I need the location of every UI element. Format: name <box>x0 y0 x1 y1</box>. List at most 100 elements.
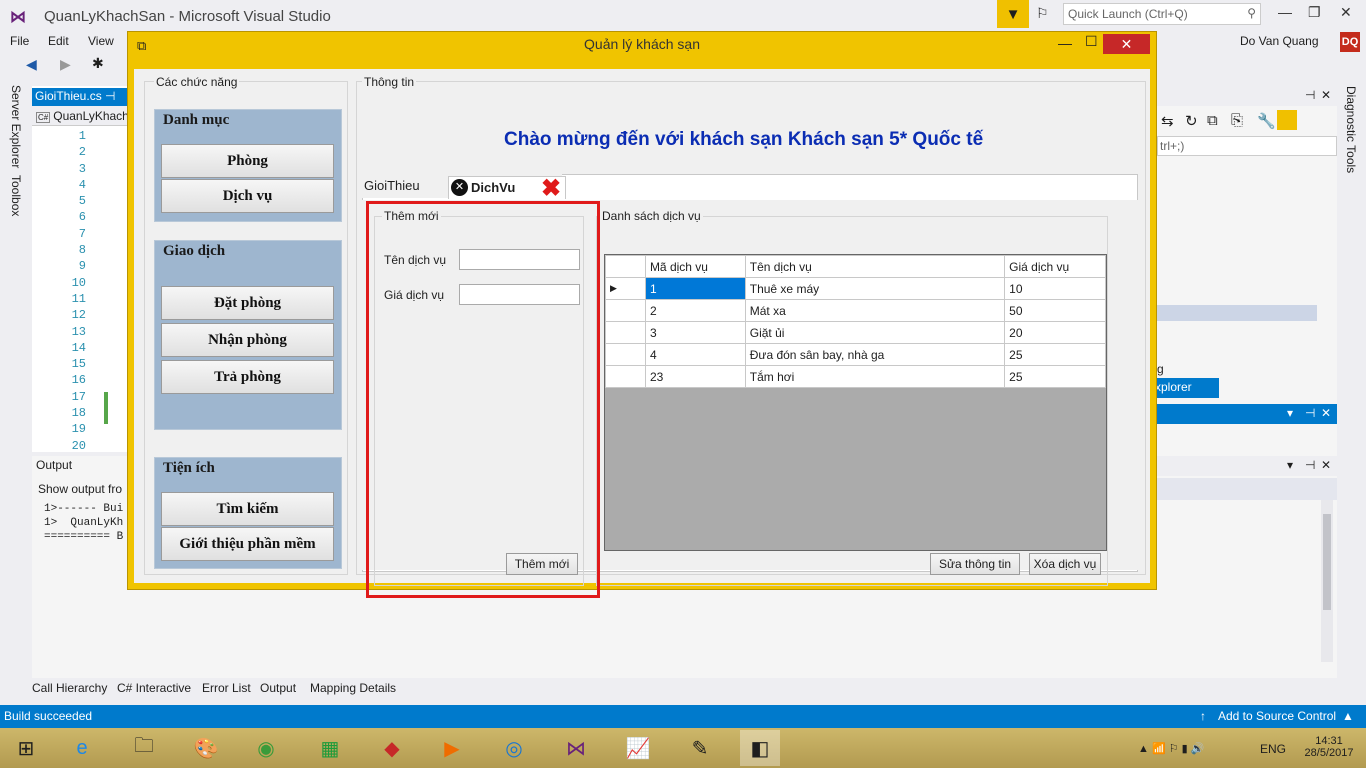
user-name[interactable]: Do Van Quang <box>1240 34 1319 48</box>
col-gia-dich-vu[interactable]: Giá dịch vụ <box>1004 255 1106 278</box>
tra-phong-button[interactable]: Trả phòng <box>161 360 334 394</box>
dropdown-icon[interactable]: ▾ <box>1287 458 1293 472</box>
table-row[interactable]: ▶ 1 Thuê xe máy 10 <box>605 277 1106 300</box>
back-icon[interactable]: ◀ <box>26 56 37 73</box>
app-icon[interactable]: ◉ <box>246 730 286 766</box>
form-maximize-icon[interactable]: ☐ <box>1085 33 1098 50</box>
maximize-icon[interactable]: ❐ <box>1308 4 1321 21</box>
delete-service-button[interactable]: Xóa dịch vụ <box>1029 553 1101 575</box>
paint-icon[interactable]: 🎨 <box>186 730 226 766</box>
close-panel-icon[interactable]: ✕ <box>1321 458 1331 472</box>
table-cell[interactable]: Giặt ủi <box>744 321 1006 344</box>
dropdown-icon[interactable]: ▾ <box>1287 406 1293 420</box>
sync-icon[interactable]: ⇆ <box>1161 112 1174 130</box>
feedback-icon[interactable]: ⚐ <box>1036 5 1049 22</box>
hotel-app-taskbar-icon[interactable]: ◧ <box>740 730 780 766</box>
table-cell[interactable]: Thuê xe máy <box>744 277 1006 300</box>
pin-icon[interactable]: ⊣ <box>1305 406 1315 420</box>
copy-icon[interactable]: ⎘ <box>1231 112 1243 129</box>
properties-icon[interactable]: 🔧 <box>1257 112 1276 130</box>
table-cell[interactable]: 3 <box>644 321 746 344</box>
row-header[interactable] <box>605 321 646 344</box>
close-icon[interactable]: ✕ <box>1340 4 1352 21</box>
caret-up-icon[interactable]: ▲ <box>1342 709 1354 723</box>
server-explorer-tab[interactable]: Server Explorer <box>9 85 23 168</box>
table-cell[interactable]: Đưa đón sân bay, nhà ga <box>744 343 1006 366</box>
table-cell[interactable]: Tắm hơi <box>744 365 1006 388</box>
solution-explorer-tab[interactable]: xplorer <box>1149 378 1219 398</box>
internet-explorer-icon[interactable]: e <box>62 730 102 766</box>
table-cell[interactable]: 4 <box>644 343 746 366</box>
close-panel-icon[interactable]: ✕ <box>1321 406 1331 420</box>
add-source-control[interactable]: Add to Source Control <box>1218 709 1336 723</box>
row-header[interactable] <box>605 299 646 322</box>
col-ten-dich-vu[interactable]: Tên dịch vụ <box>744 255 1006 278</box>
dat-phong-button[interactable]: Đặt phòng <box>161 286 334 320</box>
table-row[interactable]: 4 Đưa đón sân bay, nhà ga 25 <box>605 343 1106 366</box>
table-cell[interactable]: 1 <box>644 277 746 300</box>
diagnostic-tools-tab[interactable]: Diagnostic Tools <box>1344 86 1358 173</box>
language-indicator[interactable]: ENG <box>1260 742 1286 756</box>
editor-tab-gioithieu[interactable]: GioiThieu.cs ⊣ <box>32 88 130 106</box>
toolbox-tab[interactable]: Toolbox <box>9 175 23 216</box>
form-close-icon[interactable]: ✕ <box>1103 34 1150 54</box>
gioi-thieu-phan-mem-button[interactable]: Giới thiệu phần mềm <box>161 527 334 561</box>
clock[interactable]: 14:31 28/5/2017 <box>1298 735 1360 759</box>
tim-kiem-button[interactable]: Tìm kiếm <box>161 492 334 526</box>
table-cell[interactable]: 50 <box>1004 299 1106 322</box>
service-data-grid[interactable]: Mã dịch vụ Tên dịch vụ Giá dịch vụ ▶ 1 Thu… <box>604 254 1107 551</box>
refresh-icon[interactable]: ↻ <box>1185 112 1198 130</box>
resource-monitor-icon[interactable]: 📈 <box>618 730 658 766</box>
close-tab-red-icon[interactable]: ✖ <box>541 174 561 203</box>
sketchup-icon[interactable]: ◆ <box>372 730 412 766</box>
new-project-icon[interactable]: ✱ <box>92 55 104 72</box>
phong-button[interactable]: Phòng <box>161 144 334 178</box>
tab-mapping-details[interactable]: Mapping Details <box>310 681 396 695</box>
tab-gioithieu[interactable]: GioiThieu <box>364 175 420 197</box>
table-cell[interactable]: 25 <box>1004 365 1106 388</box>
user-avatar[interactable]: DQ <box>1340 32 1360 52</box>
menu-edit[interactable]: Edit <box>48 34 69 48</box>
table-cell[interactable]: 10 <box>1004 277 1106 300</box>
tab-call-hierarchy[interactable]: Call Hierarchy <box>32 681 107 695</box>
menu-file[interactable]: File <box>10 34 29 48</box>
table-row[interactable]: 23 Tắm hơi 25 <box>605 365 1106 388</box>
form-minimize-icon[interactable]: — <box>1058 35 1072 51</box>
nhan-phong-button[interactable]: Nhận phòng <box>161 323 334 357</box>
tab-output[interactable]: Output <box>260 681 296 695</box>
table-cell[interactable]: 25 <box>1004 343 1106 366</box>
solution-search-input[interactable]: trl+;) <box>1157 136 1337 156</box>
minimize-icon[interactable]: — <box>1278 4 1292 20</box>
quick-launch-input[interactable]: Quick Launch (Ctrl+Q) ⚲ <box>1063 3 1261 25</box>
notepad-icon[interactable]: ✎ <box>680 730 720 766</box>
row-header[interactable]: ▶ <box>605 277 646 300</box>
col-ma-dich-vu[interactable]: Mã dịch vụ <box>644 255 746 278</box>
tab-csharp-interactive[interactable]: C# Interactive <box>117 681 191 695</box>
table-row[interactable]: 2 Mát xa 50 <box>605 299 1106 322</box>
editor-navigation-dropdown[interactable]: C# QuanLyKhach <box>32 106 130 126</box>
windows-start-icon[interactable]: ⊞ <box>6 730 46 766</box>
tab-dichvu[interactable]: ✕ DichVu ✖ <box>448 175 566 202</box>
preview-icon[interactable] <box>1277 110 1297 130</box>
media-player-icon[interactable]: ▶ <box>432 730 472 766</box>
store-icon[interactable]: ▦ <box>310 730 350 766</box>
forward-icon[interactable]: ▶ <box>60 56 71 73</box>
notification-filter-icon[interactable]: ▼ <box>997 0 1029 28</box>
tab-error-list[interactable]: Error List <box>202 681 251 695</box>
pin-icon[interactable]: ⊣ <box>105 89 115 103</box>
table-cell[interactable]: 2 <box>644 299 746 322</box>
file-explorer-icon[interactable]: 🗀 <box>124 730 164 766</box>
table-row[interactable]: 3 Giặt ủi 20 <box>605 321 1106 344</box>
output-scrollbar[interactable] <box>1321 500 1333 662</box>
pin-icon[interactable]: ⊣ <box>1305 88 1315 102</box>
dich-vu-button[interactable]: Dịch vụ <box>161 179 334 213</box>
menu-view[interactable]: View <box>88 34 114 48</box>
table-cell[interactable]: 20 <box>1004 321 1106 344</box>
chrome-icon[interactable]: ◎ <box>494 730 534 766</box>
close-panel-icon[interactable]: ✕ <box>1321 88 1331 102</box>
pin-icon[interactable]: ⊣ <box>1305 458 1315 472</box>
solution-selected-row[interactable] <box>1157 305 1317 321</box>
row-header[interactable] <box>605 343 646 366</box>
visual-studio-taskbar-icon[interactable]: ⋈ <box>556 730 596 766</box>
edit-service-button[interactable]: Sửa thông tin <box>930 553 1020 575</box>
